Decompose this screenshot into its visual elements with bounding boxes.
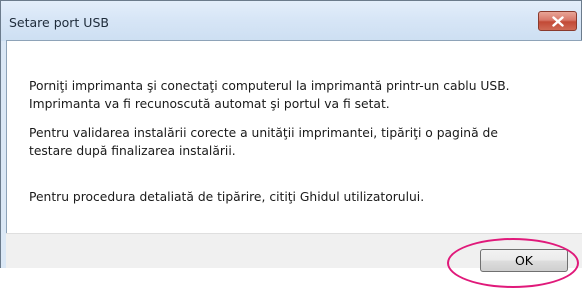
close-icon	[551, 15, 564, 27]
usb-port-dialog: Setare port USB Porniţi imprimanta şi co…	[0, 0, 582, 293]
message-line: Pentru procedura detaliată de tipărire, …	[29, 190, 425, 204]
message-paragraph-3: Pentru procedura detaliată de tipărire, …	[29, 188, 424, 206]
ok-button[interactable]: OK	[480, 249, 568, 272]
message-line: testare după finalizarea instalării.	[29, 144, 236, 158]
message-paragraph-1: Porniţi imprimanta şi conectaţi computer…	[29, 77, 510, 113]
message-paragraph-2: Pentru validarea instalării corecte a un…	[29, 124, 498, 160]
message-line: Porniţi imprimanta şi conectaţi computer…	[29, 79, 510, 93]
message-line: Pentru validarea instalării corecte a un…	[29, 126, 498, 140]
window-title: Setare port USB	[9, 15, 109, 30]
title-bar[interactable]: Setare port USB	[1, 1, 581, 41]
close-button[interactable]	[538, 11, 577, 31]
message-line: Imprimanta va fi recunoscută automat şi …	[29, 97, 390, 111]
